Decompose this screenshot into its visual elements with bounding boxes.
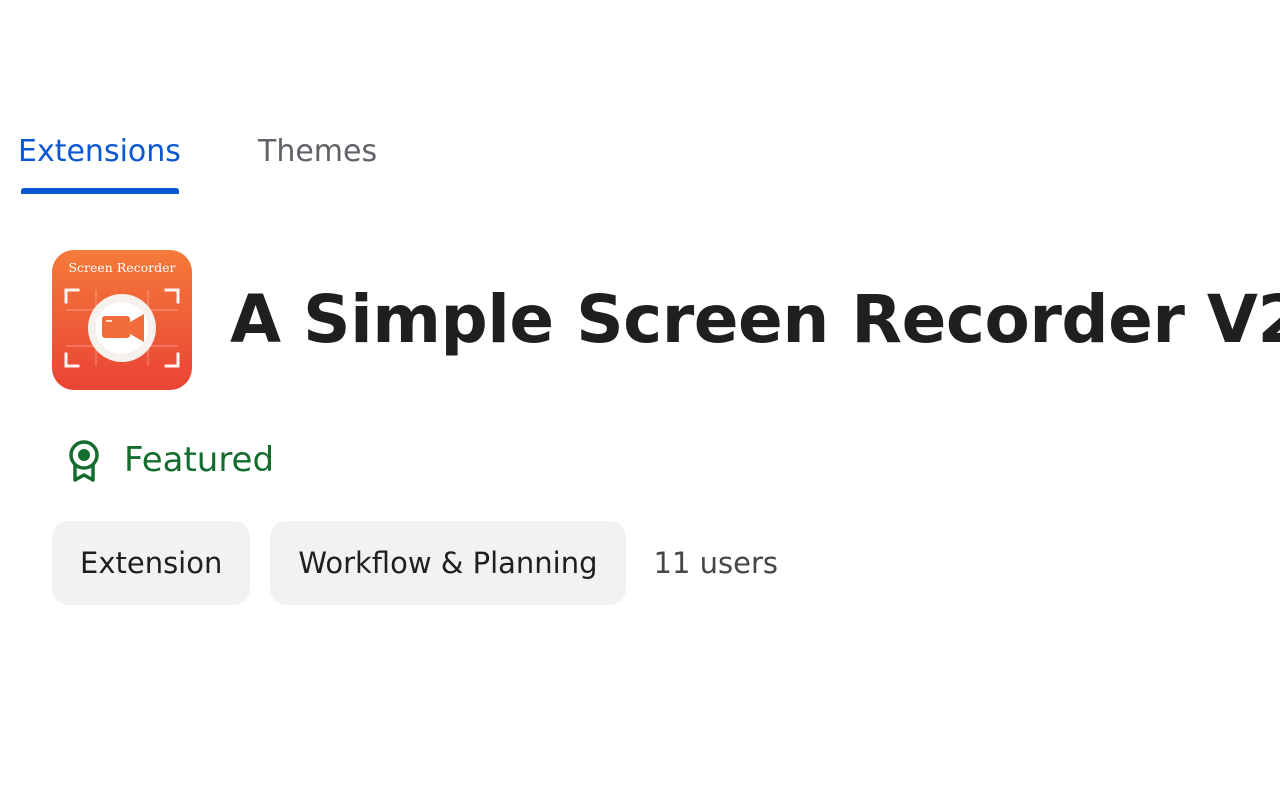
extension-title: A Simple Screen Recorder V2 [230, 281, 1280, 358]
tab-extensions[interactable]: Extensions [18, 134, 181, 170]
chip-extension[interactable]: Extension [52, 521, 251, 605]
chip-category[interactable]: Workflow & Planning [270, 521, 626, 605]
chip-row: Extension Workflow & Planning 11 users [52, 521, 778, 605]
featured-badge: Featured [64, 438, 274, 482]
icon-caption: Screen Recorder [68, 260, 175, 275]
featured-label: Featured [124, 440, 275, 480]
award-ribbon-icon [64, 438, 104, 482]
tab-themes[interactable]: Themes [258, 134, 377, 170]
extension-detail-page: Extensions Themes Screen Recorder A Simp… [0, 0, 1280, 800]
users-count: 11 users [653, 546, 778, 580]
screen-recorder-logo: Screen Recorder [52, 250, 192, 390]
active-tab-indicator [21, 188, 179, 194]
